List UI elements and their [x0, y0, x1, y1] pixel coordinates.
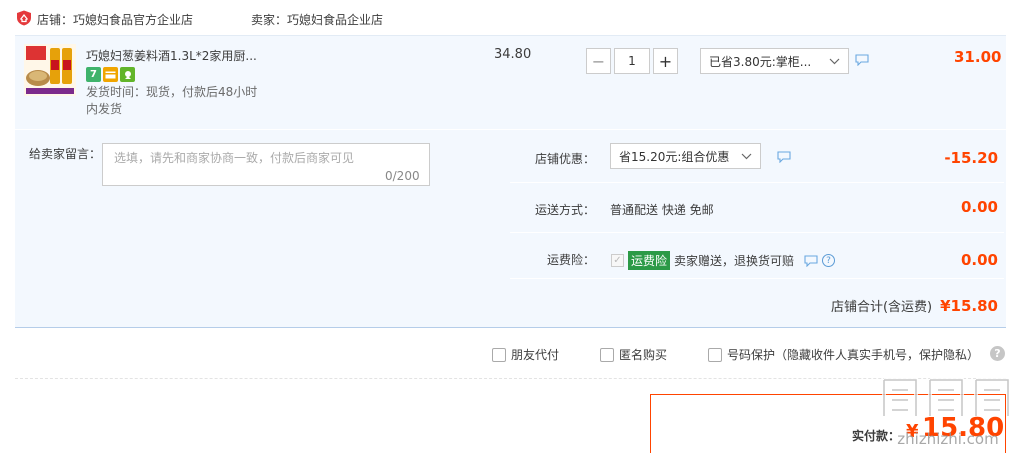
insurance-checkbox: ✓ — [611, 254, 624, 267]
item-discount-select[interactable]: 已省3.80元:掌柜... — [700, 48, 849, 74]
shop-discount-amount: -15.20 — [944, 149, 998, 167]
shop-total: 店铺合计(含运费) ¥15.80 — [831, 296, 998, 315]
chevron-down-icon — [823, 54, 840, 68]
shipping-insurance-option: ✓ 运费险 卖家赠送，退换货可赔 ? — [611, 251, 836, 270]
shop-prefix: 店铺： — [37, 13, 74, 27]
chevron-down-icon — [735, 149, 752, 163]
product-title-link[interactable]: 巧媳妇葱姜料酒1.3L*2家用厨... — [86, 47, 257, 64]
shipping-method-label: 运送方式： — [535, 203, 596, 217]
ship-time-text: 发货时间：现货，付款后48小时内发货 — [86, 85, 258, 116]
divider — [15, 378, 1006, 379]
consumer-protection-icon[interactable] — [120, 67, 135, 82]
shop-logo-icon — [17, 10, 31, 26]
friend-pay-checkbox[interactable] — [492, 347, 506, 362]
seller-prefix: 卖家： — [251, 13, 288, 27]
service-tags: 7 — [86, 67, 135, 82]
divider — [510, 182, 1004, 183]
buyer-message-counter: 0/200 — [385, 169, 420, 183]
insurance-description: 卖家赠送，退换货可赔 — [674, 254, 795, 268]
seven-day-return-icon[interactable]: 7 — [86, 67, 101, 82]
buyer-message-label: 给卖家留言： — [29, 147, 102, 161]
shop-total-label: 店铺合计(含运费) — [830, 300, 933, 315]
shop-discount-value: 省15.20元:组合优惠 — [619, 149, 730, 164]
chat-bubble-icon[interactable] — [804, 254, 818, 267]
help-icon[interactable]: ? — [822, 254, 836, 267]
watermark-logo: zhizhizhi.com — [882, 378, 1010, 448]
shop-name[interactable]: 店铺：巧媳妇食品官方企业店 — [37, 11, 193, 28]
insurance-amount: 0.00 — [960, 251, 998, 269]
card-payment-icon[interactable] — [103, 67, 118, 82]
chat-bubble-icon[interactable] — [777, 151, 791, 163]
seller-name-link[interactable]: 巧媳妇食品企业店 — [287, 13, 383, 27]
product-thumbnail[interactable] — [24, 44, 76, 96]
anonymous-label: 匿名购买 — [619, 348, 668, 362]
shipping-amount: 0.00 — [960, 198, 998, 216]
quantity-stepper: − 1 + — [586, 48, 678, 74]
friend-pay-label: 朋友代付 — [511, 348, 560, 362]
shop-total-amount: ¥15.80 — [940, 297, 998, 315]
divider — [510, 278, 1004, 279]
shop-discount-label: 店铺优惠： — [535, 152, 596, 166]
buyer-message-placeholder: 选填，请先和商家协商一致，付款后商家可见 — [114, 151, 355, 165]
number-protect-option[interactable]: 号码保护（隐藏收件人真实手机号，保护隐私） — [708, 346, 979, 363]
help-icon[interactable]: ? — [990, 346, 1005, 361]
item-subtotal: 31.00 — [954, 48, 1002, 66]
divider — [510, 232, 1004, 233]
anonymous-checkbox[interactable] — [600, 347, 614, 362]
shop-name-link[interactable]: 巧媳妇食品官方企业店 — [73, 13, 193, 27]
number-protect-checkbox[interactable] — [708, 347, 722, 362]
shop-discount-select[interactable]: 省15.20元:组合优惠 — [610, 143, 761, 169]
anonymous-option[interactable]: 匿名购买 — [600, 346, 667, 363]
seller-name[interactable]: 卖家：巧媳妇食品企业店 — [251, 11, 383, 28]
number-protect-label: 号码保护（隐藏收件人真实手机号，保护隐私） — [727, 348, 980, 362]
insurance-badge: 运费险 — [628, 251, 671, 270]
unit-price: 34.80 — [494, 47, 532, 62]
item-discount-value: 已省3.80元:掌柜... — [709, 54, 812, 69]
chat-bubble-icon[interactable] — [855, 54, 869, 66]
friend-pay-option[interactable]: 朋友代付 — [492, 346, 559, 363]
decrease-quantity-button[interactable]: − — [586, 48, 611, 74]
watermark-text: zhizhizhi.com — [897, 430, 998, 448]
shipping-insurance-label: 运费险： — [547, 253, 596, 267]
increase-quantity-button[interactable]: + — [653, 48, 678, 74]
shipping-method-value: 普通配送 快递 免邮 — [610, 203, 714, 217]
quantity-input[interactable]: 1 — [614, 48, 650, 74]
